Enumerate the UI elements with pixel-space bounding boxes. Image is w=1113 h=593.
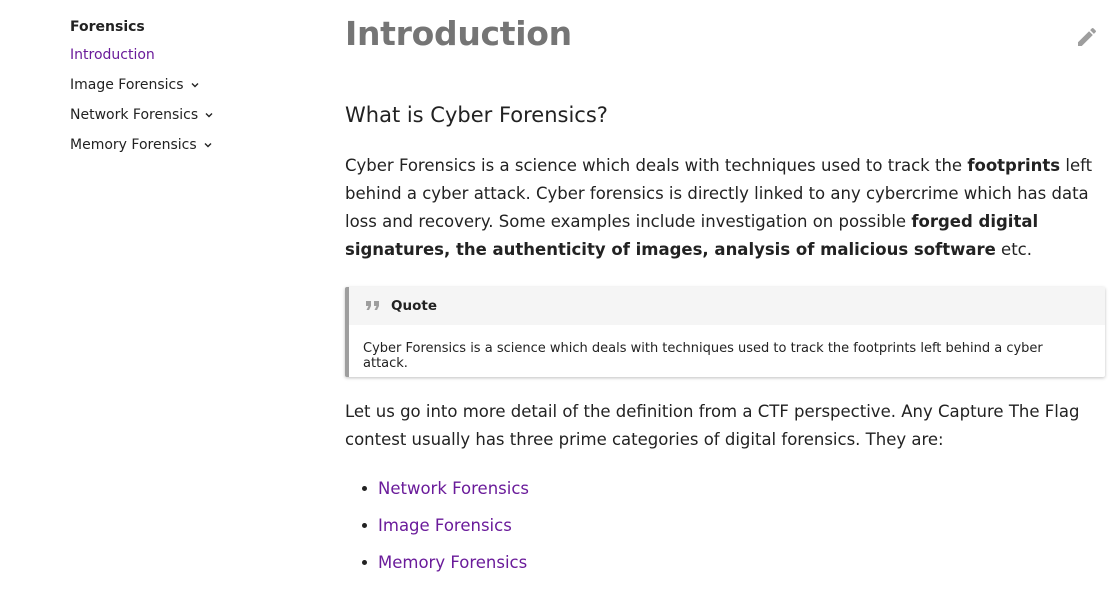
sidebar-item-label: Image Forensics [70, 77, 184, 93]
sidebar-item-introduction[interactable]: Introduction [70, 40, 300, 70]
sidebar-item-label: Introduction [70, 47, 155, 63]
image-forensics-link[interactable]: Image Forensics [378, 507, 512, 544]
quote-text: Cyber Forensics is a science which deals… [363, 341, 1043, 371]
sidebar-item-memory-forensics[interactable]: Memory Forensics [70, 130, 300, 160]
sidebar-item-network-forensics[interactable]: Network Forensics [70, 100, 300, 130]
detail-paragraph: Let us go into more detail of the defini… [345, 402, 1080, 449]
network-forensics-link[interactable]: Network Forensics [378, 470, 529, 507]
section-heading: What is Cyber Forensics? [345, 103, 608, 127]
list-item: Image Forensics [345, 507, 529, 544]
bold-text: footprints [967, 156, 1061, 175]
chevron-down-icon [204, 109, 216, 121]
sidebar-section-title: Forensics [70, 19, 145, 35]
category-list: Network Forensics Image Forensics Memory… [345, 470, 529, 581]
list-item: Network Forensics [345, 470, 529, 507]
sidebar-item-label: Network Forensics [70, 107, 199, 123]
quote-header: Quote [349, 287, 1105, 325]
quote-block: Quote Cyber Forensics is a science which… [345, 287, 1105, 377]
text-span: Cyber Forensics is a science which deals… [345, 156, 968, 175]
sidebar-item-image-forensics[interactable]: Image Forensics [70, 70, 300, 100]
bullet [362, 523, 367, 528]
quote-label: Quote [391, 298, 437, 314]
sidebar-item-label: Memory Forensics [70, 137, 197, 153]
pencil-icon[interactable] [1075, 25, 1099, 49]
bullet [362, 560, 367, 565]
chevron-down-icon [190, 79, 202, 91]
quote-icon [365, 299, 381, 313]
text-span: etc. [995, 240, 1032, 259]
chevron-down-icon [203, 139, 215, 151]
memory-forensics-link[interactable]: Memory Forensics [378, 544, 527, 581]
page-title: Introduction [345, 14, 572, 53]
intro-paragraph: Cyber Forensics is a science which deals… [345, 152, 1100, 264]
bullet [362, 486, 367, 491]
sidebar-nav: Forensics Introduction Image Forensics N… [70, 14, 300, 160]
list-item: Memory Forensics [345, 544, 529, 581]
